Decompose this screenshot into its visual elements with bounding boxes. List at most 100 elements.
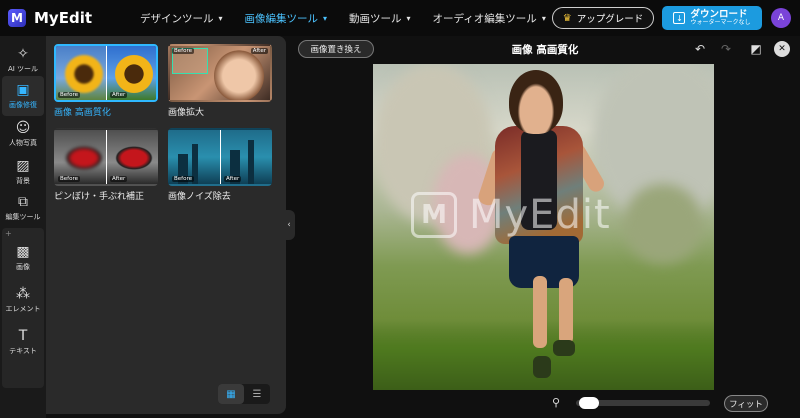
app-root: M MyEdit デザインツール ▾ 画像編集ツール ▾ 動画ツール ▾ オーディオ編… — [0, 0, 800, 418]
view-mode-toggle: ▦ ☰ — [218, 384, 270, 404]
replace-image-button[interactable]: 画像置き換え — [298, 40, 374, 58]
child-shoe — [553, 340, 575, 356]
tool-card-enhance[interactable]: Before After 画像 高画質化 — [54, 44, 158, 118]
sidebar-item-image-repair[interactable]: ▣ 画像修復 — [2, 76, 44, 116]
logo-mark-icon: M — [8, 9, 26, 27]
watermark: M MyEdit — [411, 192, 611, 238]
sidebar-item-label: 編集ツール — [5, 213, 41, 221]
bg-tree — [623, 184, 703, 264]
collapse-panel-button[interactable]: ‹ — [283, 210, 295, 240]
sidebar-item-label: AI ツール — [7, 65, 39, 73]
nav-image-edit-tools[interactable]: 画像編集ツール ▾ — [245, 11, 328, 26]
grid-view-icon[interactable]: ▦ — [218, 384, 244, 404]
compare-divider — [106, 46, 107, 100]
avatar[interactable]: A — [771, 8, 791, 28]
edit-tools-icon: ⧉ — [18, 194, 28, 210]
crown-icon: ♛ — [562, 12, 572, 24]
elements-icon: ⁂ — [16, 286, 30, 302]
after-tag: After — [110, 176, 128, 182]
tool-card-enlarge[interactable]: Before After 画像拡大 — [168, 44, 272, 118]
sidebar-item-label: 人物写真 — [9, 139, 37, 147]
before-tag: Before — [58, 176, 80, 182]
sidebar-item-edit-tools[interactable]: ⧉ 編集ツール — [2, 188, 44, 228]
sunflower-image — [62, 52, 106, 96]
tool-label: 画像拡大 — [168, 108, 205, 118]
chevron-down-icon: ▾ — [323, 13, 328, 23]
left-sidebar: ✧ AI ツール ▣ 画像修復 ☺ 人物写真 ▨ 背景 ⧉ 編集ツール + ▩ … — [0, 36, 46, 418]
child-leg — [559, 278, 573, 344]
portrait-icon: ☺ — [15, 120, 31, 136]
app-name: MyEdit — [34, 9, 93, 27]
child-shoe — [533, 356, 551, 378]
portrait-image — [214, 50, 264, 100]
zoom-slider-handle[interactable] — [579, 397, 600, 409]
redo-icon[interactable]: ↷ — [718, 41, 734, 57]
nav-label: 動画ツール — [349, 12, 402, 25]
sidebar-item-ai-tools[interactable]: ✧ AI ツール — [2, 40, 44, 80]
before-tag: Before — [172, 48, 194, 54]
nav-audio-tools[interactable]: オーディオ編集ツール ▾ — [433, 11, 546, 26]
compare-divider — [220, 130, 221, 184]
download-sublabel: ウォーターマークなし — [690, 19, 751, 27]
upgrade-button[interactable]: ♛ アップグレード — [552, 7, 654, 29]
sidebar-item-label: 画像修復 — [9, 101, 37, 109]
chevron-left-icon: ‹ — [287, 220, 291, 230]
download-label: ダウンロード — [690, 8, 748, 20]
nav-label: オーディオ編集ツール — [432, 12, 537, 25]
workspace-title: 画像 高画質化 — [511, 44, 579, 56]
tool-card-deblur[interactable]: Before After ピンぼけ・手ぶれ補正 — [54, 128, 158, 202]
child-head — [509, 70, 563, 134]
after-tag: After — [250, 48, 268, 54]
nav-video-tools[interactable]: 動画ツール ▾ — [349, 11, 411, 26]
close-icon[interactable]: ✕ — [774, 41, 790, 57]
compare-divider — [106, 130, 107, 184]
zoom-icon[interactable]: ⚲ — [552, 396, 560, 409]
main-nav: デザインツール ▾ 画像編集ツール ▾ 動画ツール ▾ オーディオ編集ツール ▾ — [140, 11, 568, 26]
sidebar-item-label: エレメント — [5, 305, 41, 313]
tool-panel: Before After 画像 高画質化 Before After 画像拡大 B… — [46, 36, 286, 414]
sidebar-item-portrait[interactable]: ☺ 人物写真 — [2, 114, 44, 154]
logo[interactable]: M MyEdit — [8, 9, 128, 27]
motorcycle-image — [62, 144, 106, 172]
before-tag: Before — [172, 176, 194, 182]
nav-design-tools[interactable]: デザインツール ▾ — [140, 11, 223, 26]
tool-card-denoise[interactable]: Before After 画像ノイズ除去 — [168, 128, 272, 202]
tool-thumbnail: Before After — [168, 44, 272, 102]
sidebar-item-background[interactable]: ▨ 背景 — [2, 152, 44, 192]
image-icon: ▩ — [16, 244, 30, 260]
tool-label: 画像ノイズ除去 — [168, 192, 231, 202]
sunflower-image — [112, 52, 156, 96]
motorcycle-image — [112, 144, 156, 172]
tool-label: 画像 高画質化 — [54, 108, 111, 118]
chevron-down-icon: ▾ — [218, 13, 223, 23]
after-tag: After — [224, 176, 242, 182]
undo-icon[interactable]: ↶ — [692, 41, 708, 57]
list-view-icon[interactable]: ☰ — [244, 384, 270, 404]
download-button[interactable]: ↓ ダウンロード ウォーターマークなし — [662, 6, 762, 30]
city-image — [248, 140, 254, 184]
tool-thumbnail: Before After — [168, 128, 272, 186]
fit-button[interactable]: フィット — [724, 395, 768, 412]
plus-icon: + — [5, 229, 12, 238]
magic-wand-icon: ✧ — [17, 46, 29, 62]
compare-icon[interactable]: ◩ — [748, 41, 764, 57]
nav-label: 画像編集ツール — [244, 12, 319, 25]
download-icon: ↓ — [673, 12, 686, 24]
sidebar-item-text[interactable]: T テキスト — [2, 322, 44, 362]
sidebar-item-label: 背景 — [16, 177, 30, 185]
tool-thumbnail: Before After — [54, 44, 158, 102]
download-text: ダウンロード ウォーターマークなし — [690, 10, 750, 27]
top-bar: M MyEdit デザインツール ▾ 画像編集ツール ▾ 動画ツール ▾ オーディオ編… — [0, 0, 800, 36]
watermark-text: MyEdit — [469, 192, 611, 238]
tool-label: ピンぼけ・手ぶれ補正 — [54, 192, 145, 202]
sidebar-item-image[interactable]: ▩ 画像 — [2, 238, 44, 278]
tool-thumbnail: Before After — [54, 128, 158, 186]
nav-label: デザインツール — [140, 12, 214, 25]
after-tag: After — [110, 92, 128, 98]
image-canvas[interactable]: M MyEdit — [373, 64, 714, 390]
sidebar-item-label: テキスト — [9, 347, 37, 355]
sidebar-item-elements[interactable]: ⁂ エレメント — [2, 280, 44, 320]
chevron-down-icon: ▾ — [541, 13, 546, 23]
child-leg — [533, 276, 547, 348]
watermark-logo-icon: M — [411, 192, 457, 238]
